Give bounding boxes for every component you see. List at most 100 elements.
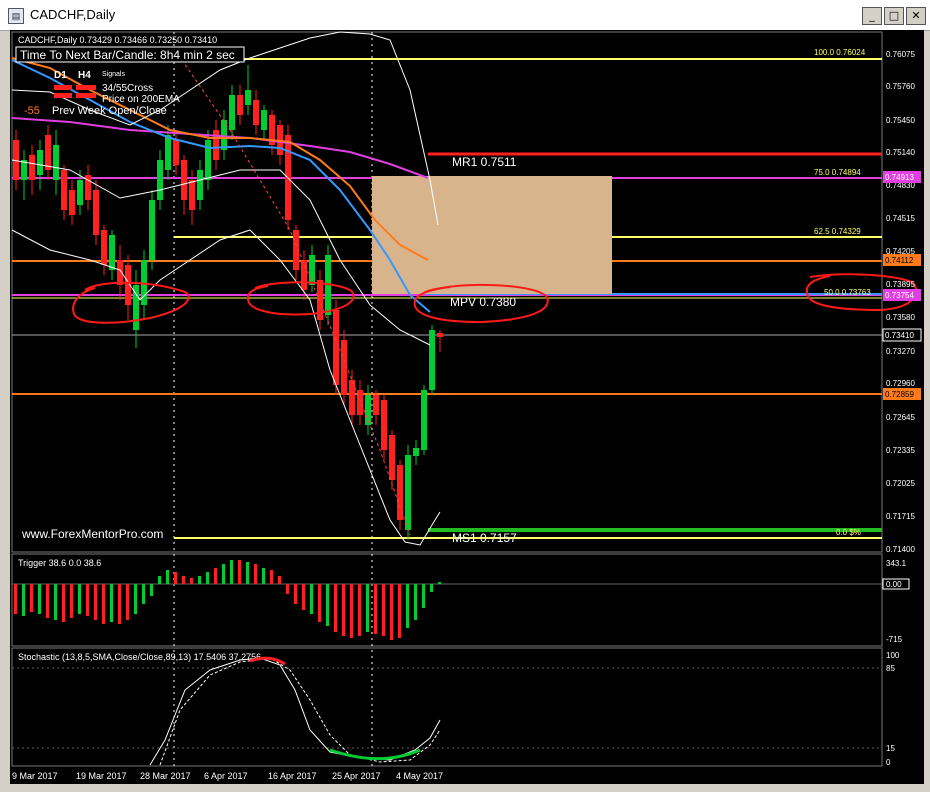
candle bbox=[261, 105, 267, 140]
trigger-bar bbox=[390, 584, 393, 640]
stoch-axis-tick: 0 bbox=[886, 758, 891, 767]
prev-week-label: Prev Week Open/Close bbox=[52, 105, 167, 117]
trigger-bar bbox=[14, 584, 17, 614]
candle bbox=[349, 370, 355, 425]
close-button[interactable]: ✕ bbox=[906, 7, 926, 25]
trigger-axis-zero: 0.00 bbox=[886, 580, 902, 589]
candle bbox=[389, 430, 395, 490]
trigger-bar bbox=[110, 584, 113, 622]
stochastic-axis: 100 85 15 0 bbox=[886, 651, 900, 767]
h4-signal-bar-2 bbox=[76, 93, 96, 98]
fib-50-label: 50.0 0.73763 bbox=[824, 288, 871, 297]
price-tag-ema200: 0.74913 bbox=[885, 173, 914, 182]
bollinger-middle bbox=[11, 159, 431, 346]
candle bbox=[125, 255, 131, 320]
trigger-bar bbox=[206, 572, 209, 584]
candle bbox=[213, 120, 219, 170]
trigger-bar bbox=[270, 570, 273, 584]
trigger-bar bbox=[142, 584, 145, 604]
trigger-bar bbox=[246, 562, 249, 584]
trigger-label: Trigger 38.6 0.0 38.6 bbox=[18, 558, 101, 568]
title-bar[interactable]: ▤ CADCHF,Daily _ □ ✕ bbox=[0, 0, 930, 31]
symbol-info: CADCHF,Daily 0.73429 0.73466 0.73250 0.7… bbox=[18, 35, 217, 45]
candle bbox=[245, 65, 251, 115]
ema34-line bbox=[11, 59, 431, 313]
trigger-bar bbox=[118, 584, 121, 624]
price-tick: 0.74515 bbox=[886, 214, 915, 223]
time-tick: 16 Apr 2017 bbox=[268, 771, 317, 781]
trigger-bar bbox=[310, 584, 313, 614]
trigger-bar bbox=[326, 584, 329, 626]
price-tag-lower: 0.72859 bbox=[885, 390, 914, 399]
minimize-button[interactable]: _ bbox=[862, 7, 882, 25]
candle bbox=[341, 330, 347, 405]
candle bbox=[429, 325, 435, 395]
watermark-text: www.ForexMentorPro.com bbox=[21, 527, 163, 541]
ema55-line bbox=[11, 57, 429, 261]
trigger-bar bbox=[358, 584, 361, 636]
price-tag-current: 0.73410 bbox=[885, 331, 914, 340]
trigger-bar bbox=[254, 564, 257, 584]
trigger-bar bbox=[238, 560, 241, 584]
trigger-bar bbox=[166, 570, 169, 584]
fib-100-label: 100.0 0.76024 bbox=[814, 48, 866, 57]
trigger-bar bbox=[78, 584, 81, 614]
trigger-bar bbox=[430, 584, 433, 592]
price-tag-orange: 0.74112 bbox=[885, 256, 914, 265]
time-tick: 28 Mar 2017 bbox=[140, 771, 191, 781]
price-tick: 0.72025 bbox=[886, 479, 915, 488]
stochastic-main-line bbox=[149, 657, 441, 766]
stoch-axis-tick: 100 bbox=[886, 651, 900, 660]
trigger-bar bbox=[342, 584, 345, 636]
fib-62-label: 62.5 0.74329 bbox=[814, 227, 861, 236]
candle bbox=[53, 130, 59, 195]
candle bbox=[405, 445, 411, 540]
ms1-label: MS1 0.7157 bbox=[452, 531, 517, 545]
price-tick: 0.72335 bbox=[886, 446, 915, 455]
trigger-bar bbox=[302, 584, 305, 610]
maximize-button[interactable]: □ bbox=[884, 7, 904, 25]
fib-0-label: 0.0 $% bbox=[836, 528, 861, 537]
price-tick: 0.71715 bbox=[886, 512, 915, 521]
candle bbox=[69, 180, 75, 225]
trigger-bar bbox=[190, 578, 193, 584]
candle bbox=[229, 85, 235, 140]
supply-zone-rectangle[interactable] bbox=[372, 176, 612, 294]
d1-signal-bar-1 bbox=[54, 85, 72, 90]
candle bbox=[133, 270, 139, 348]
trigger-bar bbox=[126, 584, 129, 620]
trigger-bar bbox=[22, 584, 25, 616]
trigger-bar bbox=[230, 560, 233, 584]
price-tick: 0.75450 bbox=[886, 116, 915, 125]
chart-canvas[interactable]: CADCHF,Daily 0.73429 0.73466 0.73250 0.7… bbox=[10, 30, 924, 784]
trigger-bar bbox=[62, 584, 65, 622]
trigger-bar bbox=[38, 584, 41, 614]
trigger-histogram bbox=[14, 560, 441, 640]
candle bbox=[365, 385, 371, 435]
candle bbox=[157, 150, 163, 210]
candle bbox=[357, 380, 363, 425]
trigger-bar bbox=[158, 576, 161, 584]
candle bbox=[21, 150, 27, 200]
trigger-bar bbox=[54, 584, 57, 620]
tf-d1: D1 bbox=[54, 70, 67, 81]
candle bbox=[437, 330, 443, 352]
candle bbox=[173, 130, 179, 175]
chart-window: ▤ CADCHF,Daily _ □ ✕ CADCHF,Daily 0.7342… bbox=[0, 0, 930, 792]
trigger-bar bbox=[86, 584, 89, 616]
candle bbox=[61, 165, 67, 220]
time-tick: 4 May 2017 bbox=[396, 771, 443, 781]
candle bbox=[197, 160, 203, 210]
trigger-bar bbox=[438, 582, 441, 584]
trigger-bar bbox=[414, 584, 417, 620]
trigger-bar bbox=[294, 584, 297, 604]
candle bbox=[317, 270, 323, 330]
trigger-axis-bottom: -715 bbox=[886, 635, 903, 644]
bar-timer: Time To Next Bar/Candle: 8h4 min 2 sec bbox=[20, 48, 235, 62]
candle bbox=[93, 180, 99, 245]
price-tag-magenta: 0.73754 bbox=[885, 291, 914, 300]
time-tick: 9 Mar 2017 bbox=[12, 771, 58, 781]
time-tick: 25 Apr 2017 bbox=[332, 771, 381, 781]
prev-week-number: -55 bbox=[24, 105, 40, 117]
price-tick: 0.73580 bbox=[886, 313, 915, 322]
